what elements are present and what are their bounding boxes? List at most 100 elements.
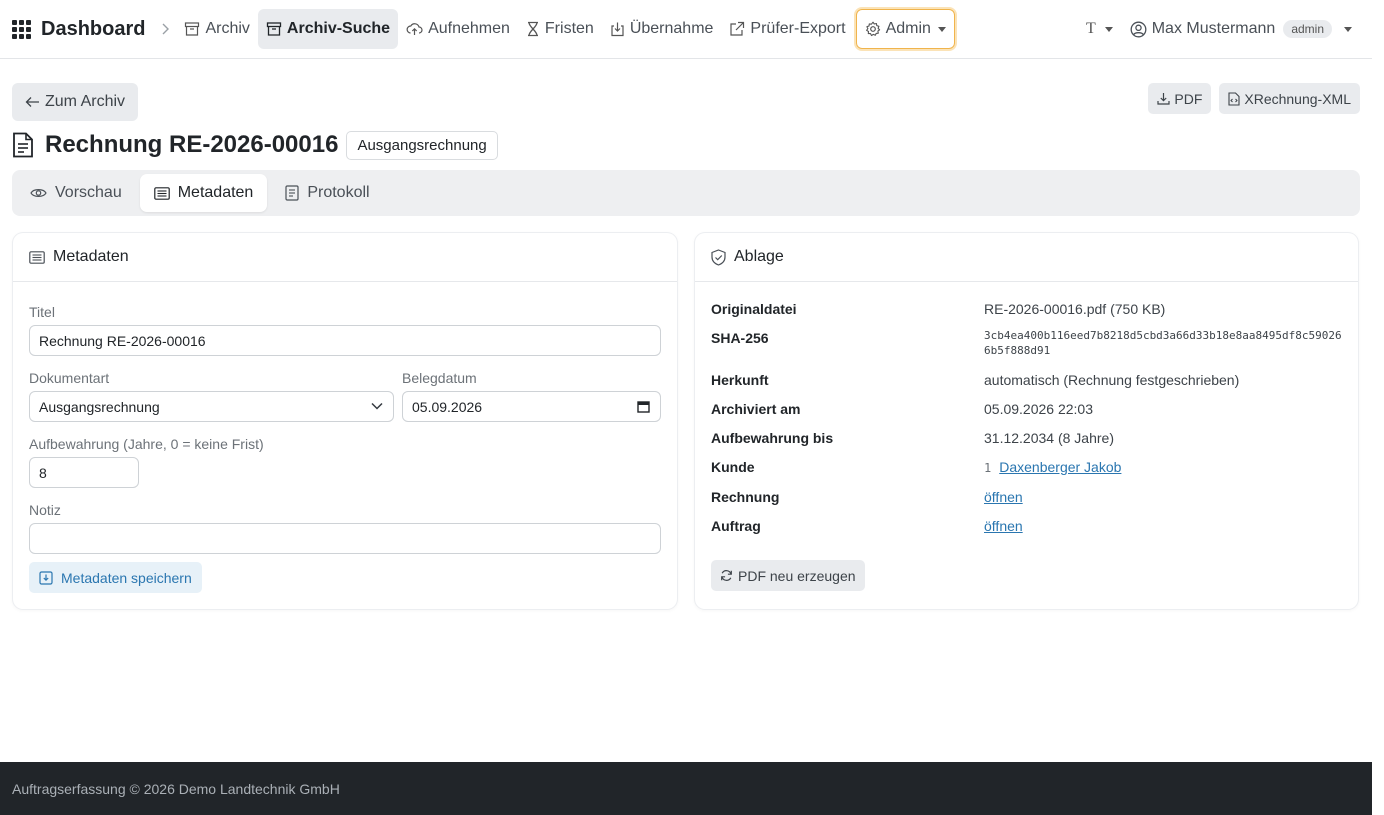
apps-grid-icon (12, 19, 31, 39)
meta-key: Originaldatei (711, 301, 797, 317)
xml-button-label: XRechnung-XML (1244, 90, 1351, 107)
nav-item-label: Aufnehmen (428, 20, 510, 37)
doctype-select-value: Ausgangsrechnung (39, 398, 160, 415)
calendar-icon[interactable] (637, 400, 650, 413)
meta-value: öffnen (984, 489, 1344, 505)
tab-metadaten[interactable]: Metadaten (139, 174, 268, 212)
customer-link[interactable]: Daxenberger Jakob (999, 459, 1121, 475)
meta-key: Archiviert am (711, 401, 801, 417)
title-label: Titel (29, 304, 55, 320)
refresh-icon (720, 569, 733, 582)
nav-item-label: Archiv-Suche (286, 20, 391, 37)
save-download-icon (39, 570, 53, 585)
hourglass-icon (526, 21, 540, 37)
document-tabs: Vorschau Metadaten Protokoll (12, 170, 1360, 216)
meta-key: Kunde (711, 459, 755, 475)
chevron-down-icon (371, 402, 383, 410)
doctype-label: Dokumentart (29, 370, 110, 386)
download-pdf-button[interactable]: PDF (1148, 83, 1212, 114)
brand-title: Dashboard (41, 17, 146, 40)
regenerate-pdf-button[interactable]: PDF neu erzeugen (711, 560, 865, 591)
list-icon (29, 250, 45, 264)
gear-icon (865, 21, 881, 37)
role-badge: admin (1283, 20, 1332, 38)
retention-years-input[interactable]: 8 (29, 457, 139, 488)
metadata-card-header: Metadaten (13, 233, 677, 282)
chevron-right-icon (162, 23, 170, 35)
card-title: Ablage (734, 248, 784, 265)
title-input[interactable]: Rechnung RE-2026-00016 (29, 325, 661, 356)
document-icon (12, 132, 34, 158)
doctype-select[interactable]: Ausgangsrechnung (29, 391, 394, 422)
brand-dashboard-link[interactable]: Dashboard (12, 18, 145, 41)
nav-item-label: Übernahme (629, 20, 714, 37)
meta-value: 05.09.2026 22:03 (984, 401, 1093, 417)
theme-dropdown[interactable]: T (1086, 20, 1113, 38)
eye-icon (30, 187, 47, 199)
nav-item-label: Admin (885, 20, 931, 37)
customer-number: 1 (984, 461, 992, 475)
pdf-button-label: PDF (1174, 90, 1203, 107)
top-navbar: Dashboard Archiv Archiv-Suche Aufnehmen … (0, 0, 1372, 59)
caret-down-icon (937, 26, 946, 32)
meta-key: SHA-256 (711, 330, 769, 346)
nav-item-label: Archiv (205, 20, 250, 37)
date-input[interactable]: 05.09.2026 (402, 391, 661, 422)
tab-label: Metadaten (177, 184, 254, 201)
meta-key: Aufbewahrung bis (711, 430, 834, 446)
open-invoice-link[interactable]: öffnen (984, 489, 1023, 505)
storage-card-header: Ablage (695, 233, 1358, 282)
navbar-right: T Max Mustermann admin (1086, 0, 1352, 58)
save-button-label: Metadaten speichern (61, 569, 192, 586)
nav-item-label: Prüfer-Export (750, 20, 846, 37)
date-label: Belegdatum (402, 370, 477, 386)
archive-icon (266, 21, 282, 37)
note-input[interactable] (29, 523, 661, 554)
archive-icon (184, 21, 200, 37)
title-input-value: Rechnung RE-2026-00016 (39, 332, 206, 349)
metadata-card: Metadaten Titel Rechnung RE-2026-00016 D… (13, 233, 677, 609)
save-metadata-button[interactable]: Metadaten speichern (29, 562, 202, 593)
note-label: Notiz (29, 502, 61, 518)
nav-item-archiv[interactable]: Archiv (176, 9, 257, 49)
retention-input-value: 8 (39, 464, 47, 481)
arrow-left-icon (25, 96, 40, 108)
meta-key: Auftrag (711, 518, 761, 534)
nav-item-uebernahme[interactable]: Übernahme (602, 9, 722, 49)
scrollbar-track[interactable] (1372, 0, 1384, 815)
log-icon (285, 185, 299, 201)
back-button-label: Zum Archiv (45, 93, 126, 110)
caret-down-icon (1104, 26, 1113, 32)
nav-item-pruefer-export[interactable]: Prüfer-Export (721, 9, 853, 49)
nav-item-archiv-suche[interactable]: Archiv-Suche (257, 9, 399, 49)
document-actions: PDF XRechnung-XML (1140, 83, 1360, 114)
back-to-archive-button[interactable]: Zum Archiv (12, 83, 139, 121)
nav-item-admin-dropdown[interactable]: Admin (855, 9, 955, 49)
footer-text: Auftragserfassung © 2026 Demo Landtechni… (12, 780, 340, 797)
download-xrechnung-button[interactable]: XRechnung-XML (1219, 83, 1360, 114)
nav-item-fristen[interactable]: Fristen (518, 9, 602, 49)
page-title: Rechnung RE-2026-00016 (45, 131, 339, 158)
tab-label: Vorschau (55, 184, 122, 201)
retention-label: Aufbewahrung (Jahre, 0 = keine Frist) (29, 436, 264, 452)
date-input-value: 05.09.2026 (412, 398, 483, 415)
tab-protokoll[interactable]: Protokoll (271, 174, 383, 212)
download-icon (1157, 92, 1170, 105)
user-circle-icon (1130, 21, 1147, 38)
nav-item-aufnehmen[interactable]: Aufnehmen (398, 9, 518, 49)
user-menu-dropdown[interactable]: Max Mustermann admin (1130, 20, 1352, 38)
meta-value: 31.12.2034 (8 Jahre) (984, 430, 1114, 446)
meta-value: 1 Daxenberger Jakob (984, 459, 1344, 476)
tab-label: Protokoll (307, 184, 370, 201)
storage-card: Ablage Originaldatei RE-2026-00016.pdf (… (695, 233, 1358, 609)
shield-check-icon (711, 248, 726, 266)
doc-type-badge: Ausgangsrechnung (346, 130, 498, 160)
tab-vorschau[interactable]: Vorschau (16, 174, 136, 212)
open-order-link[interactable]: öffnen (984, 518, 1023, 534)
regen-button-label: PDF neu erzeugen (738, 567, 856, 584)
page-header: Rechnung RE-2026-00016 Ausgangsrechnung (12, 129, 498, 161)
meta-key: Herkunft (711, 372, 769, 388)
cloud-upload-icon (406, 21, 423, 37)
meta-value: RE-2026-00016.pdf (750 KB) (984, 301, 1166, 317)
list-icon (153, 186, 170, 200)
